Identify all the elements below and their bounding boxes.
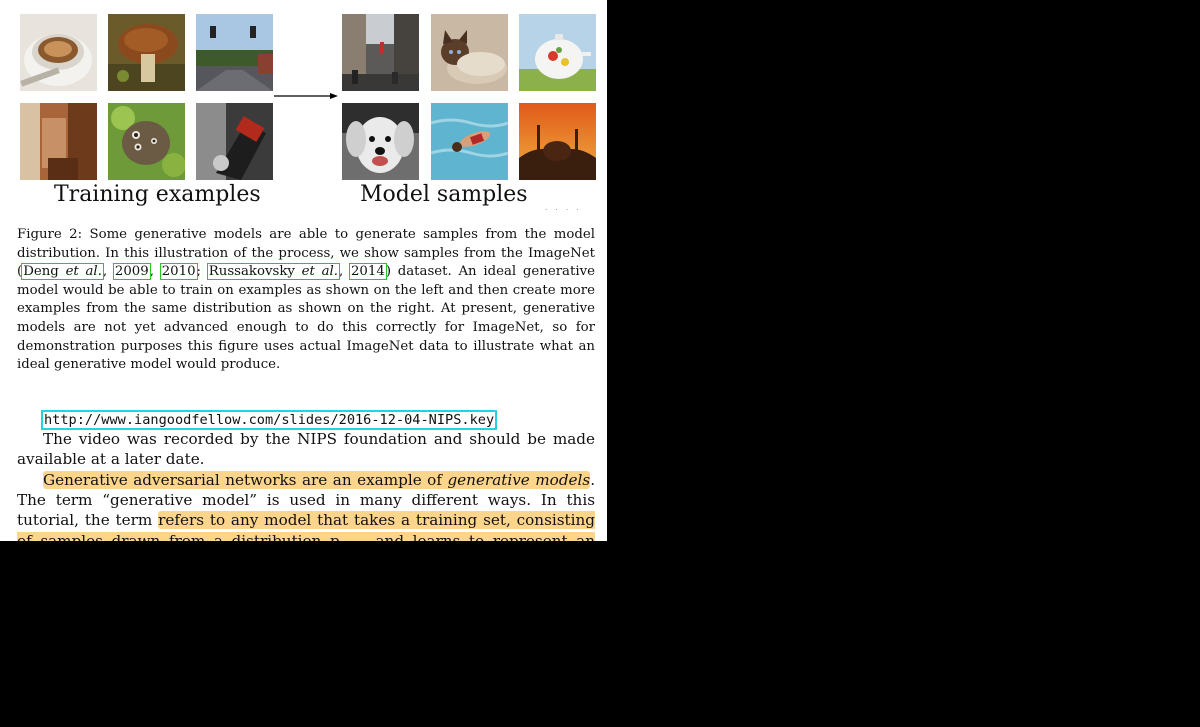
document-page: Training examples Model samples · · · · … (0, 0, 607, 541)
training-examples-label: Training examples (54, 182, 261, 207)
figure-caption: Figure 2: Some generative models are abl… (17, 227, 595, 373)
mosque-sunset-thumb (519, 103, 596, 180)
citation-deng-link[interactable]: Deng et al. (21, 263, 104, 281)
caption-text-end: ) dataset. An ideal generative model wou… (17, 264, 595, 373)
city-street-thumb (342, 14, 419, 91)
drill-thumb (196, 103, 273, 180)
video-paragraph: The video was recorded by the NIPS found… (17, 430, 595, 469)
swimmer-thumb (431, 103, 508, 180)
teapot-thumb (519, 14, 596, 91)
citation-2009-link[interactable]: 2009 (112, 263, 151, 281)
street-thumb (196, 14, 273, 91)
interior-thumb (20, 103, 97, 180)
arrow-right-icon (274, 93, 338, 99)
highlight-1[interactable]: Generative adversarial networks are an e… (43, 471, 591, 489)
model-samples-label: Model samples (360, 182, 528, 207)
cat-thumb (431, 14, 508, 91)
coffee-cup-thumb (20, 14, 97, 91)
gan-paragraph: Generative adversarial networks are an e… (17, 470, 595, 541)
butterfly-thumb (108, 103, 185, 180)
citation-2014-link[interactable]: 2014 (348, 263, 387, 281)
cut-mark: · · · · (545, 206, 582, 214)
dog-thumb (342, 103, 419, 180)
mushroom-thumb (108, 14, 185, 91)
citation-2010-link[interactable]: 2010 (159, 263, 198, 281)
slides-url-link[interactable]: http://www.iangoodfellow.com/slides/2016… (41, 410, 498, 430)
citation-russakovsky-link[interactable]: Russakovsky et al. (206, 263, 341, 281)
